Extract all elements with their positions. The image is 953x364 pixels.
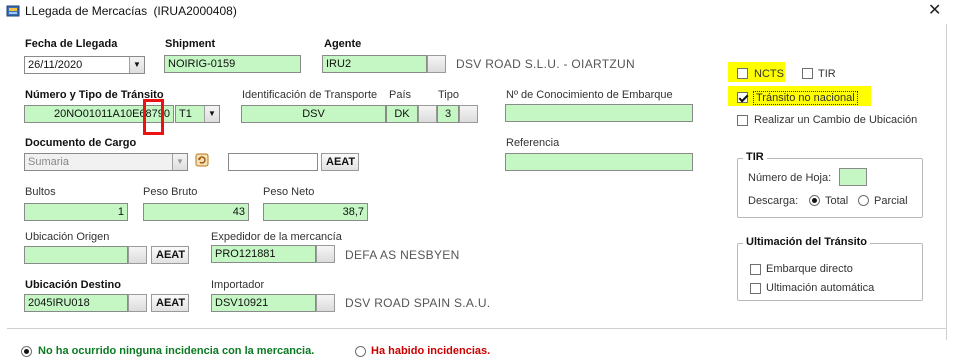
peso-neto-label: Peso Neto bbox=[263, 186, 315, 198]
window-border bbox=[946, 24, 947, 340]
chevron-down-icon[interactable]: ▼ bbox=[204, 106, 219, 122]
window-doc-id: (IRUA2000408) bbox=[153, 4, 237, 18]
ultimacion-group-title: Ultimación del Tránsito bbox=[743, 236, 871, 248]
no-incidencia-radio[interactable] bbox=[21, 346, 32, 357]
ubic-origen-field[interactable] bbox=[24, 246, 128, 264]
importador-name: DSV ROAD SPAIN S.A.U. bbox=[345, 296, 491, 310]
window-title: LLegada de Mercacías (IRUA2000408) bbox=[25, 4, 237, 18]
doc-cargo-label: Documento de Cargo bbox=[25, 137, 137, 149]
expedidor-name: DEFA AS NESBYEN bbox=[345, 248, 460, 262]
ident-transporte-label: Identificación de Transporte bbox=[242, 89, 378, 101]
embarque-directo-label: Embarque directo bbox=[766, 263, 853, 275]
ultimacion-automatica-label: Ultimación automática bbox=[766, 282, 875, 294]
importador-field[interactable]: DSV10921 bbox=[211, 294, 316, 312]
app-icon bbox=[6, 5, 20, 17]
close-icon[interactable]: ✕ bbox=[928, 2, 941, 20]
window-title-text: LLegada de Mercacías bbox=[25, 4, 148, 18]
descarga-parcial-label: Parcial bbox=[874, 195, 908, 207]
bottom-separator bbox=[7, 328, 946, 329]
descarga-label: Descarga: bbox=[748, 195, 799, 207]
agente-label: Agente bbox=[324, 38, 362, 50]
transito-no-nacional-label: Tránsito no nacional bbox=[753, 91, 858, 105]
annotation-red-box bbox=[143, 99, 164, 135]
agente-field[interactable]: IRU2 bbox=[322, 55, 427, 73]
importador-label: Importador bbox=[211, 279, 265, 291]
pais-field[interactable]: DK bbox=[386, 105, 418, 123]
tir-label: TIR bbox=[818, 68, 836, 80]
referencia-label: Referencia bbox=[506, 137, 560, 149]
tir-group-title: TIR bbox=[743, 151, 767, 163]
fecha-value: 26/11/2020 bbox=[28, 59, 83, 71]
tipo-transito-value: T1 bbox=[179, 108, 192, 120]
expedidor-field[interactable]: PRO121881 bbox=[211, 245, 316, 263]
descarga-total-radio[interactable] bbox=[809, 195, 820, 206]
importador-lookup-button[interactable] bbox=[316, 294, 335, 312]
incidencias-radio[interactable] bbox=[355, 346, 366, 357]
embarque-directo-checkbox[interactable] bbox=[750, 264, 761, 275]
numero-hoja-label: Número de Hoja: bbox=[748, 172, 832, 184]
shipment-label: Shipment bbox=[165, 38, 216, 50]
no-incidencia-label: No ha ocurrido ninguna incidencia con la… bbox=[38, 345, 315, 357]
bultos-label: Bultos bbox=[25, 186, 56, 198]
chevron-down-icon[interactable]: ▼ bbox=[129, 57, 144, 73]
doc-cargo-value: Sumaria bbox=[28, 156, 69, 168]
descarga-total-label: Total bbox=[825, 195, 849, 207]
referencia-field[interactable] bbox=[505, 153, 693, 171]
transito-no-nacional-checkbox[interactable] bbox=[737, 92, 748, 103]
shipment-field[interactable]: NOIRIG-0159 bbox=[164, 55, 301, 73]
doc-cargo-select[interactable]: Sumaria ▼ bbox=[24, 153, 188, 171]
ultimacion-automatica-checkbox[interactable] bbox=[750, 283, 761, 294]
ubic-destino-label: Ubicación Destino bbox=[25, 279, 121, 291]
ubic-origen-lookup-button[interactable] bbox=[128, 246, 147, 264]
ubic-origen-label: Ubicación Origen bbox=[25, 231, 110, 243]
cambio-ubicacion-label: Realizar un Cambio de Ubicación bbox=[754, 114, 918, 126]
fecha-llegada-picker[interactable]: 26/11/2020 ▼ bbox=[24, 56, 145, 74]
ncts-checkbox[interactable] bbox=[737, 68, 748, 79]
ncts-label: NCTS bbox=[754, 68, 784, 80]
incidencias-label: Ha habido incidencias. bbox=[371, 345, 491, 357]
conocimiento-field[interactable] bbox=[505, 104, 693, 122]
tir-groupbox bbox=[737, 158, 923, 218]
tipo-transito-select[interactable]: T1 ▼ bbox=[175, 105, 220, 123]
agente-lookup-button[interactable] bbox=[427, 55, 446, 73]
pais-lookup-button[interactable] bbox=[418, 105, 437, 123]
doc-cargo-aeat-button[interactable]: AEAT bbox=[321, 153, 359, 171]
ubic-destino-field[interactable]: 2045IRU018 bbox=[24, 294, 128, 312]
doc-cargo-number-field[interactable] bbox=[228, 153, 318, 171]
agente-name: DSV ROAD S.L.U. - OIARTZUN bbox=[456, 57, 635, 71]
peso-neto-field[interactable]: 38,7 bbox=[263, 203, 368, 221]
ubic-destino-aeat-button[interactable]: AEAT bbox=[151, 294, 189, 312]
peso-bruto-field[interactable]: 43 bbox=[143, 203, 249, 221]
descarga-parcial-radio[interactable] bbox=[858, 195, 869, 206]
tipo-num-field[interactable]: 3 bbox=[437, 105, 459, 123]
ubic-destino-lookup-button[interactable] bbox=[128, 294, 147, 312]
tipo-lookup-button[interactable] bbox=[459, 105, 478, 123]
refresh-icon[interactable] bbox=[195, 153, 209, 167]
tipo-label: Tipo bbox=[438, 89, 459, 101]
cambio-ubicacion-checkbox[interactable] bbox=[737, 115, 748, 126]
ubic-origen-aeat-button[interactable]: AEAT bbox=[151, 246, 189, 264]
numero-hoja-field[interactable] bbox=[839, 168, 867, 186]
fecha-label: Fecha de Llegada bbox=[25, 38, 118, 50]
bultos-field[interactable]: 1 bbox=[24, 203, 128, 221]
peso-bruto-label: Peso Bruto bbox=[143, 186, 198, 198]
expedidor-label: Expedidor de la mercancía bbox=[211, 231, 342, 243]
ident-transporte-field[interactable]: DSV bbox=[241, 105, 386, 123]
expedidor-lookup-button[interactable] bbox=[316, 245, 335, 263]
pais-label: País bbox=[389, 89, 412, 101]
tir-checkbox[interactable] bbox=[802, 68, 813, 79]
chevron-down-icon[interactable]: ▼ bbox=[172, 154, 187, 170]
conocimiento-label: Nº de Conocimiento de Embarque bbox=[506, 89, 673, 101]
